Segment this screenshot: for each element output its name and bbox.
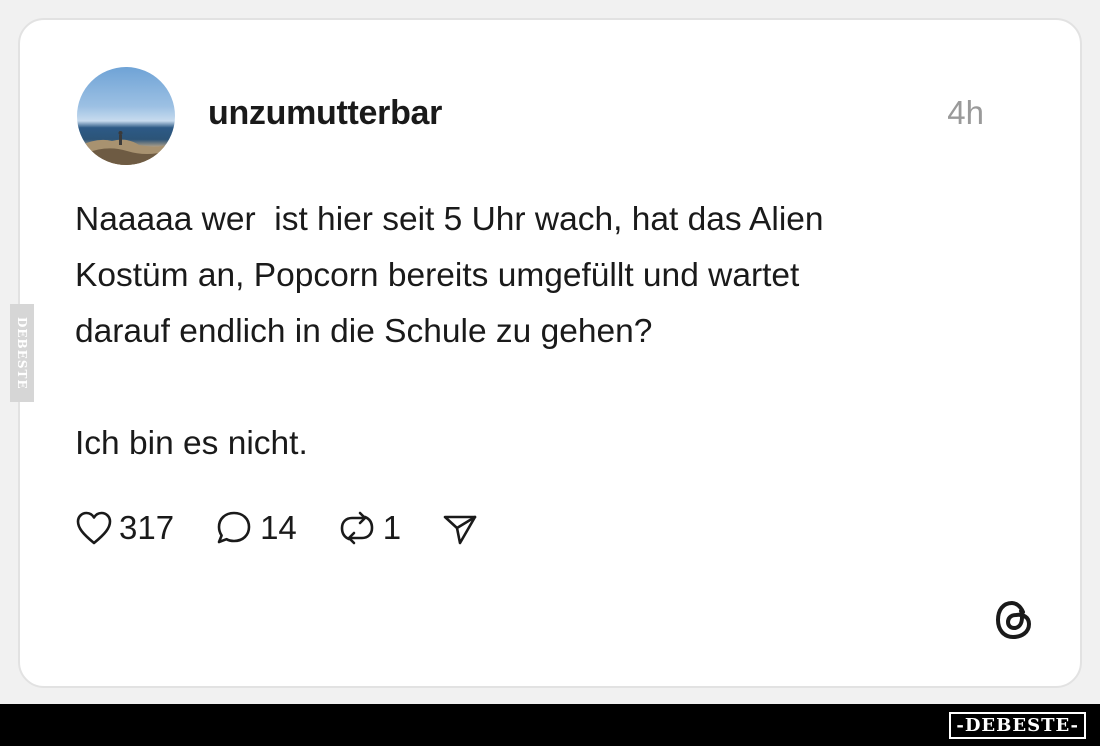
side-watermark: DEBESTE (10, 304, 34, 402)
repost-icon (340, 511, 374, 545)
reply-count: 14 (260, 509, 297, 546)
bottom-bar: -DEBESTE- (0, 704, 1100, 746)
send-icon (443, 515, 477, 545)
repost-button[interactable]: 1 (337, 509, 401, 547)
side-watermark-text: DEBESTE (15, 316, 29, 390)
post-text: Naaaaa wer ist hier seit 5 Uhr wach, hat… (75, 201, 824, 462)
threads-logo-icon[interactable] (992, 598, 1036, 642)
like-button[interactable]: 317 (75, 509, 174, 547)
avatar[interactable] (77, 67, 175, 165)
heart-icon (76, 511, 112, 545)
reply-button[interactable]: 14 (214, 509, 297, 547)
post-card[interactable]: unzumutterbar 4h Naaaaa wer ist hier sei… (18, 18, 1082, 688)
like-count: 317 (119, 509, 175, 546)
action-bar: 317 14 1 (75, 506, 519, 550)
repost-count: 1 (382, 509, 402, 546)
share-button[interactable] (441, 510, 479, 546)
avatar-photo-icon (77, 131, 175, 165)
username[interactable]: unzumutterbar (208, 94, 442, 133)
timestamp: 4h (947, 94, 984, 131)
comment-icon (217, 511, 251, 544)
brand-logo: -DEBESTE- (949, 712, 1086, 739)
